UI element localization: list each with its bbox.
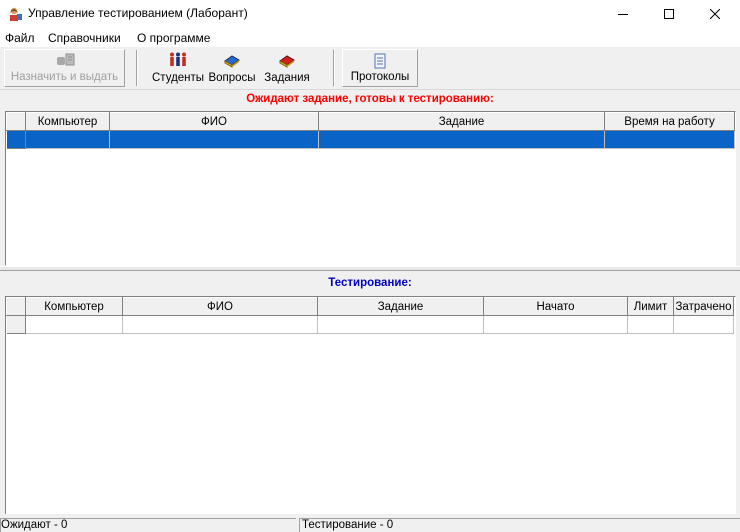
questions-label: Вопросы [208, 72, 256, 84]
assign-button[interactable]: Назначить и выдать [4, 49, 125, 87]
status-bar: Ожидают - 0 Тестирование - 0 [0, 516, 740, 532]
testing-table: Компьютер ФИО Задание Начато Лимит Затра… [6, 297, 734, 334]
testing-col-limit[interactable]: Лимит [627, 297, 674, 316]
waiting-col-task[interactable]: Задание [318, 112, 605, 131]
waiting-header-row: Компьютер ФИО Задание Время на работу [6, 112, 735, 131]
waiting-col-computer[interactable]: Компьютер [25, 112, 110, 131]
testing-col-name[interactable]: ФИО [122, 297, 318, 316]
assign-icon [56, 53, 74, 69]
waiting-col-name[interactable]: ФИО [109, 112, 319, 131]
waiting-table: Компьютер ФИО Задание Время на работу [6, 112, 735, 149]
tasks-label: Задания [264, 72, 310, 84]
table-cell[interactable] [122, 315, 318, 334]
assign-label: Назначить и выдать [10, 71, 119, 83]
row-indicator [6, 315, 26, 334]
questions-button[interactable]: Вопросы [207, 49, 257, 87]
waiting-heading: Ожидают задание, готовы к тестированию: [246, 93, 494, 105]
table-cell[interactable] [109, 130, 319, 149]
table-cell[interactable] [673, 315, 734, 334]
maximize-button[interactable] [646, 0, 692, 28]
table-cell[interactable] [318, 130, 605, 149]
tasks-button[interactable]: Задания [262, 49, 312, 87]
testing-col-computer[interactable]: Компьютер [25, 297, 123, 316]
status-waiting: Ожидают - 0 [0, 518, 296, 532]
close-button[interactable] [692, 0, 738, 28]
students-button[interactable]: Студенты [152, 49, 204, 87]
protocols-icon [371, 53, 389, 69]
minimize-icon [618, 14, 628, 15]
table-cell[interactable] [25, 130, 110, 149]
status-testing: Тестирование - 0 [299, 518, 740, 532]
toolbar-separator [333, 50, 335, 86]
toolbar: Назначить и выдать Студенты Вопросы Зада… [0, 47, 740, 90]
title-bar: Управление тестированием (Лаборант) [0, 0, 740, 28]
app-icon[interactable] [7, 6, 23, 22]
minimize-button[interactable] [600, 0, 646, 28]
table-cell[interactable] [25, 315, 123, 334]
students-icon [169, 52, 187, 68]
waiting-col-time[interactable]: Время на работу [604, 112, 735, 131]
testing-heading: Тестирование: [328, 277, 412, 289]
menu-directories[interactable]: Справочники [48, 31, 121, 45]
students-label: Студенты [152, 72, 205, 84]
toolbar-separator [136, 50, 138, 86]
waiting-indicator-header [6, 112, 26, 131]
testing-indicator-header [6, 297, 26, 316]
window-title: Управление тестированием (Лаборант) [28, 6, 248, 20]
testing-col-task[interactable]: Задание [317, 297, 484, 316]
protocols-label: Протоколы [350, 71, 410, 83]
row-indicator [6, 130, 26, 149]
questions-icon [223, 52, 241, 68]
maximize-icon [664, 9, 674, 19]
testing-col-spent[interactable]: Затрачено [673, 297, 734, 316]
table-cell[interactable] [604, 130, 735, 149]
table-row[interactable] [6, 130, 735, 149]
testing-col-started[interactable]: Начато [483, 297, 628, 316]
protocols-button[interactable]: Протоколы [342, 49, 418, 87]
close-icon [710, 9, 720, 19]
testing-header-row: Компьютер ФИО Задание Начато Лимит Затра… [6, 297, 734, 316]
table-cell[interactable] [627, 315, 674, 334]
tasks-icon [278, 52, 296, 68]
table-cell[interactable] [483, 315, 628, 334]
menu-bar: Файл Справочники О программе [0, 28, 740, 47]
menu-about[interactable]: О программе [137, 31, 210, 45]
table-row[interactable] [6, 315, 734, 334]
table-cell[interactable] [317, 315, 484, 334]
testing-grid[interactable]: Компьютер ФИО Задание Начато Лимит Затра… [5, 296, 736, 514]
splitter[interactable] [0, 266, 740, 271]
menu-file[interactable]: Файл [5, 31, 35, 45]
waiting-grid[interactable]: Компьютер ФИО Задание Время на работу [5, 111, 736, 266]
